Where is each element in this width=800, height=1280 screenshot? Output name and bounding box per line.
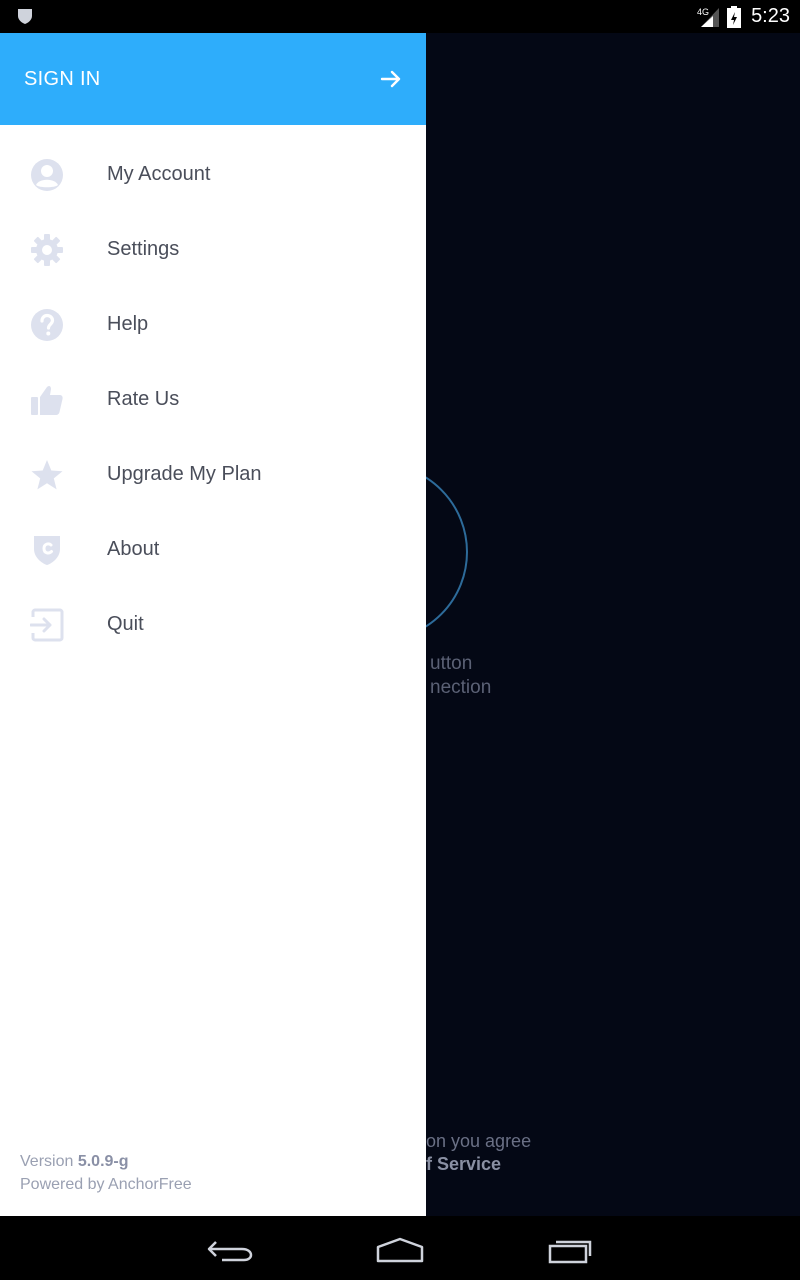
thumbs-up-icon <box>30 383 64 417</box>
menu-item-label: Quit <box>107 613 144 635</box>
menu-item-label: Settings <box>107 238 180 260</box>
drawer-menu: My Account Settings Help Rate Us Upgrade… <box>0 125 426 662</box>
drawer-footer: Version 5.0.9-g Powered by AnchorFree <box>20 1150 192 1196</box>
status-icons: 4G 5:23 <box>697 0 790 33</box>
menu-item-quit[interactable]: Quit <box>0 587 426 662</box>
account-icon <box>30 158 64 192</box>
shield-icon <box>30 533 64 567</box>
menu-item-upgrade-my-plan[interactable]: Upgrade My Plan <box>0 437 426 512</box>
version-line: Version 5.0.9-g <box>20 1153 129 1170</box>
menu-item-label: Rate Us <box>107 388 180 410</box>
star-icon <box>30 458 64 492</box>
gear-icon <box>30 233 64 267</box>
powered-by: Powered by AnchorFree <box>20 1176 192 1193</box>
clock: 5:23 <box>751 5 790 27</box>
recent-apps-icon[interactable] <box>548 1236 594 1264</box>
signal-4g-icon: 4G <box>697 7 720 27</box>
battery-icon <box>727 5 742 28</box>
menu-item-about[interactable]: About <box>0 512 426 587</box>
menu-item-label: My Account <box>107 163 211 185</box>
sign-in-button[interactable]: SIGN IN <box>0 33 426 125</box>
menu-item-label: Help <box>107 313 149 335</box>
menu-item-my-account[interactable]: My Account <box>0 137 426 212</box>
menu-item-help[interactable]: Help <box>0 287 426 362</box>
svg-text:4G: 4G <box>697 7 709 17</box>
terms-text: on you agree f Service <box>426 1130 726 1176</box>
sign-in-label: SIGN IN <box>24 67 101 90</box>
back-icon[interactable] <box>206 1238 254 1262</box>
status-bar: 4G 5:23 <box>0 0 800 33</box>
menu-item-label: Upgrade My Plan <box>107 463 262 485</box>
exit-icon <box>30 608 64 642</box>
shield-notification-icon <box>18 9 32 24</box>
version-number: 5.0.9-g <box>77 1153 129 1170</box>
connect-hint-text: utton nection <box>430 653 492 698</box>
home-icon[interactable] <box>375 1237 425 1263</box>
menu-item-rate-us[interactable]: Rate Us <box>0 362 426 437</box>
menu-item-label: About <box>107 538 160 560</box>
arrow-right-icon <box>380 70 401 88</box>
system-navigation-bar <box>0 1216 800 1280</box>
help-icon <box>30 308 64 342</box>
terms-link[interactable]: f Service <box>426 1153 726 1176</box>
navigation-drawer: SIGN IN My Account Settings Help Rate Us… <box>0 33 426 1216</box>
menu-item-settings[interactable]: Settings <box>0 212 426 287</box>
